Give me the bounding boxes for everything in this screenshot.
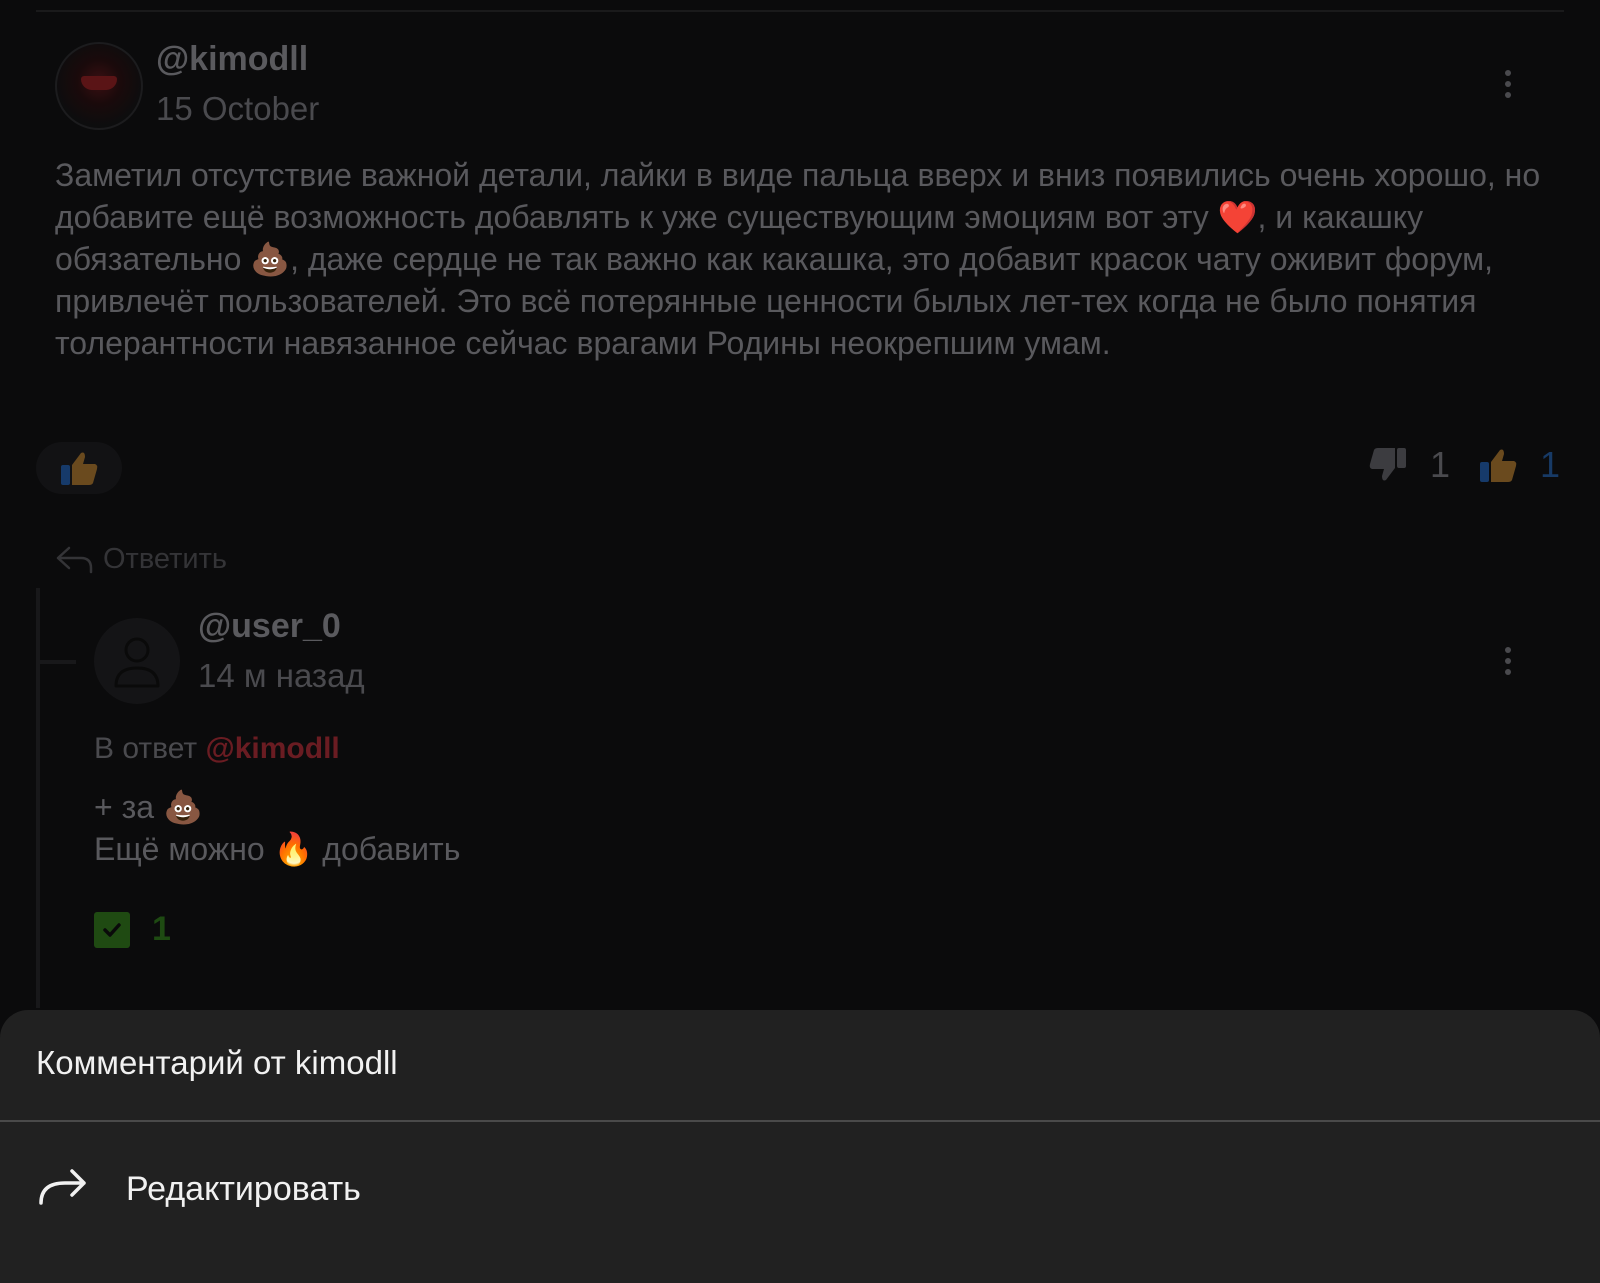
comment-date: 15 October — [156, 90, 320, 127]
person-icon — [114, 637, 160, 688]
reply-line-2: Ещё можно 🔥 добавить — [94, 831, 461, 867]
dislike-button[interactable]: 1 — [1368, 444, 1450, 486]
reply-line-1: + за 💩 — [94, 789, 203, 825]
comment-text: Заметил отсутствие важной детали, лайки … — [55, 157, 1541, 361]
reply-label: Ответить — [103, 543, 227, 575]
edit-label: Редактировать — [126, 1170, 361, 1208]
thumbs-up-icon — [1479, 449, 1517, 482]
thumbs-up-icon — [61, 452, 98, 485]
reply-author[interactable]: @user_0 — [198, 607, 341, 646]
check-count: 1 — [152, 910, 171, 948]
in-reply-prefix: В ответ — [94, 732, 198, 765]
thread-branch — [36, 660, 76, 664]
avatar-kimodll[interactable] — [55, 42, 143, 130]
thumbs-down-icon — [1369, 448, 1406, 481]
more-options-icon[interactable] — [1505, 70, 1513, 98]
reply-button[interactable]: Ответить — [55, 543, 227, 576]
vote-controls: 1 1 — [1368, 444, 1560, 486]
mention-link[interactable]: @kimodll — [205, 732, 339, 765]
share-arrow-icon — [38, 1166, 88, 1211]
like-button[interactable]: 1 — [1478, 444, 1560, 486]
comment-author[interactable]: @kimodll — [156, 40, 308, 79]
reply-date: 14 м назад — [198, 657, 365, 694]
in-reply-to: В ответ @kimodll — [94, 732, 340, 766]
edit-menu-item[interactable]: Редактировать — [0, 1122, 1600, 1252]
top-divider — [36, 10, 1564, 12]
add-reaction-button[interactable] — [36, 442, 122, 494]
check-icon — [94, 911, 130, 948]
check-reaction[interactable]: 1 — [94, 910, 171, 949]
dislike-count: 1 — [1429, 444, 1450, 485]
bottom-sheet: Комментарий от kimodll Редактировать — [0, 1010, 1600, 1283]
sheet-title: Комментарий от kimodll — [36, 1044, 398, 1081]
more-options-icon[interactable] — [1505, 647, 1513, 675]
like-count: 1 — [1539, 444, 1560, 485]
reply-arrow-icon — [56, 546, 93, 573]
avatar-user-0[interactable] — [94, 618, 180, 704]
thread-line — [36, 588, 40, 1008]
reply-text: + за 💩 Ещё можно 🔥 добавить — [94, 786, 460, 870]
